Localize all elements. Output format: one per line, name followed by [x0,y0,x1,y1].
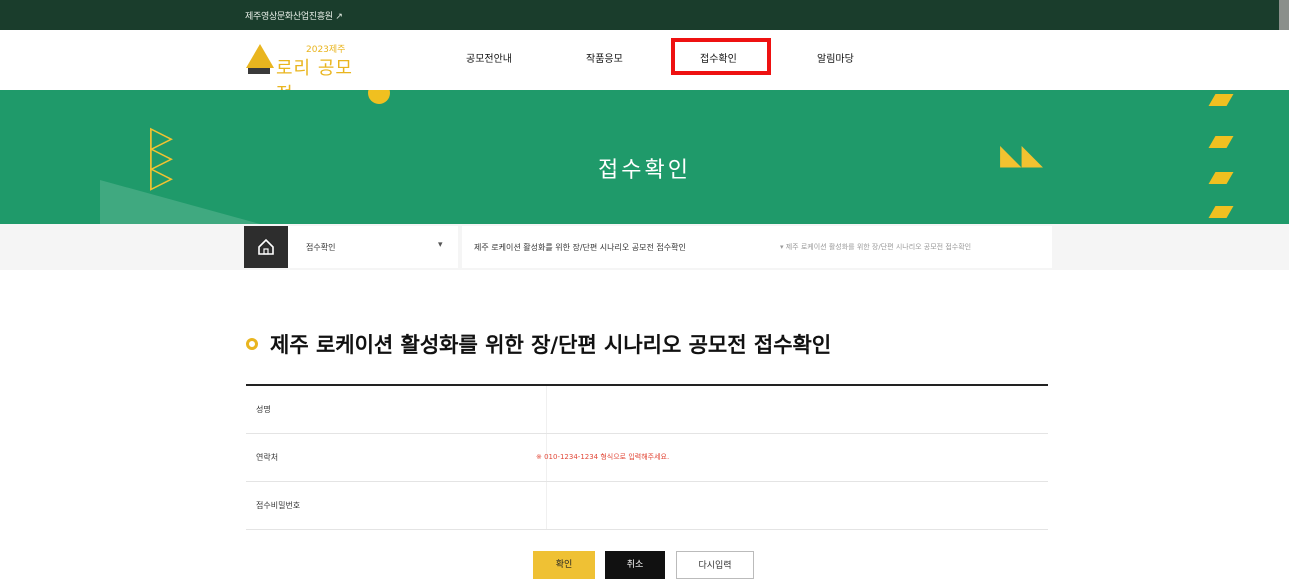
confirm-button[interactable]: 확인 [533,551,595,579]
site-header: 2023제주 로리 공모전 공모전안내 작품응모 접수확인 알림마당 [0,30,1289,105]
breadcrumb-level1-select[interactable]: 접수확인 ▾ [288,226,458,268]
page-title-text: 제주 로케이션 활성화를 위한 장/단편 시나리오 공모전 접수확인 [270,333,832,357]
home-icon [258,238,274,255]
banner-circle-decoration [368,90,390,104]
logo-mark-icon [246,44,274,68]
banner-stripe-decoration [1208,94,1234,106]
name-input[interactable] [546,386,1049,433]
breadcrumb-level1-label: 접수확인 [306,243,336,252]
site-logo[interactable]: 2023제주 로리 공모전 [246,42,366,105]
application-check-form: 성명 연락처 ※ 010-1234-1234 형식으로 입력해주세요. 접수비밀… [246,384,1048,530]
name-label: 성명 [256,405,271,414]
banner-decoration [100,180,260,224]
cancel-button[interactable]: 취소 [605,551,665,579]
banner-stripe-decoration [1208,206,1234,218]
breadcrumb-level2-label: 제주 로케이션 활성화를 위한 장/단편 시나리오 공모전 접수확인 [474,243,686,252]
form-actions: 확인 취소 다시입력 [0,551,1289,579]
breadcrumb-level2-select[interactable]: 제주 로케이션 활성화를 위한 장/단편 시나리오 공모전 접수확인 ▾ 제주 … [462,226,1052,268]
nav-item-contest-info[interactable]: 공모전안내 [466,50,512,65]
nav-item-notice[interactable]: 알림마당 [817,50,854,65]
nav-item-submit[interactable]: 작품응모 [586,50,623,65]
password-input[interactable] [546,482,1049,529]
chevron-down-icon: ▾ [438,240,443,250]
form-row-name: 성명 [246,386,1048,434]
logo-base-icon [248,68,270,74]
top-utility-bar: 제주영상문화산업진흥원 ↗ [0,0,1289,30]
banner-title: 접수확인 [598,158,691,183]
banner-stripe-decoration [1208,136,1234,148]
form-row-phone: 연락처 ※ 010-1234-1234 형식으로 입력해주세요. [246,434,1048,482]
page-title: 제주 로케이션 활성화를 위한 장/단편 시나리오 공모전 접수확인 [246,329,831,359]
reset-button[interactable]: 다시입력 [676,551,754,579]
breadcrumb-level2-option: ▾ 제주 로케이션 활성화를 위한 장/단편 시나리오 공모전 접수확인 [780,243,972,251]
form-row-password: 접수비밀번호 [246,482,1048,530]
active-nav-highlight [671,38,771,75]
title-bullet-icon [246,338,258,350]
breadcrumb: 접수확인 ▾ 제주 로케이션 활성화를 위한 장/단편 시나리오 공모전 접수확… [0,224,1289,270]
org-link[interactable]: 제주영상문화산업진흥원 ↗ [245,9,343,22]
phone-label: 연락처 [256,453,279,462]
page-banner: ▷ ▷ ▷ ◣◣ 접수확인 [0,90,1289,224]
password-label: 접수비밀번호 [256,501,301,510]
scrollbar[interactable] [1279,0,1289,30]
phone-format-hint: ※ 010-1234-1234 형식으로 입력해주세요. [536,453,670,461]
home-button[interactable] [244,226,288,268]
